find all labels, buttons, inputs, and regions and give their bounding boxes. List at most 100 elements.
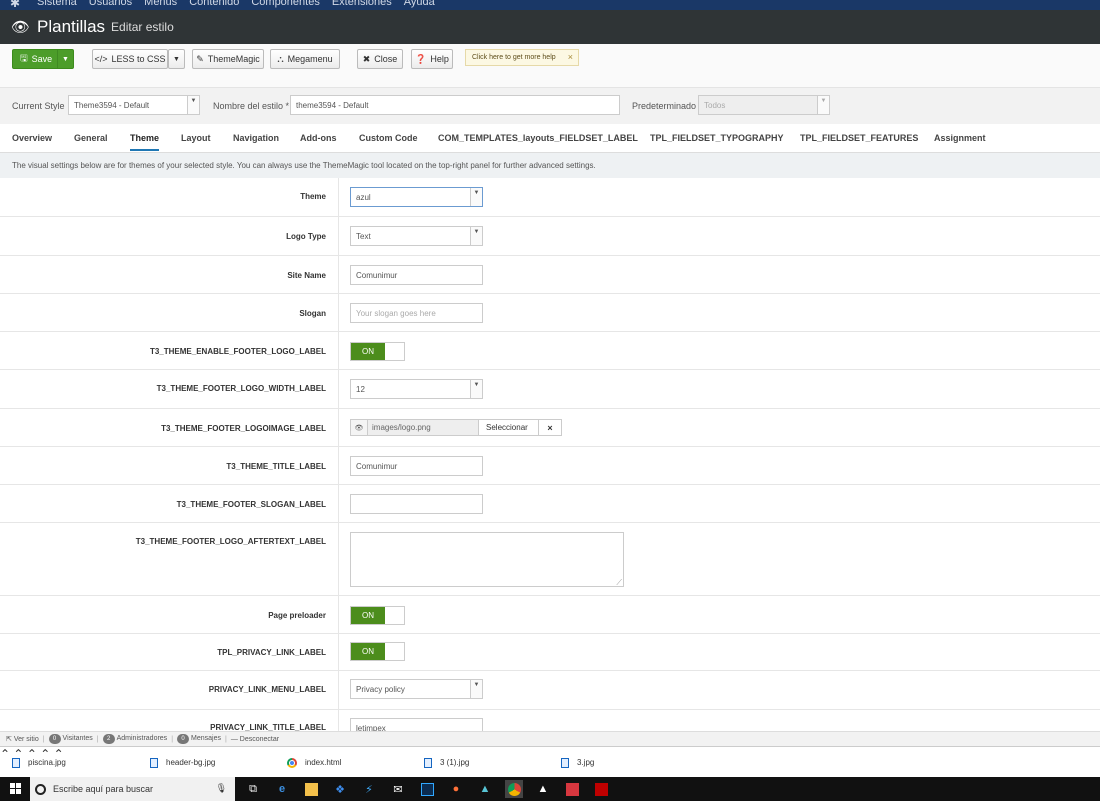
admins-link[interactable]: 2 Administradores bbox=[102, 734, 168, 744]
footer-logo-width-value: 12 bbox=[356, 384, 365, 394]
privacy-title-input[interactable]: letimpex bbox=[350, 718, 483, 731]
theme-select[interactable]: azul ▼ bbox=[350, 187, 483, 207]
footer-logo-toggle[interactable]: ON bbox=[350, 342, 405, 361]
firefox-icon[interactable]: ● bbox=[447, 780, 465, 798]
save-button[interactable]: 🖫 Save ▼ bbox=[12, 49, 74, 69]
save-dropdown-toggle[interactable]: ▼ bbox=[57, 50, 73, 68]
current-style-label: Current Style bbox=[12, 101, 65, 111]
current-style-select[interactable]: Theme3594 - Default ▼ bbox=[68, 95, 200, 115]
logo-type-select[interactable]: Text ▼ bbox=[350, 226, 483, 246]
chevron-up-icon[interactable]: ⌃ bbox=[0, 747, 10, 761]
admins-label: Administradores bbox=[116, 735, 168, 742]
field-row-privacy-title: PRIVACY_LINK_TITLE_LABEL letimpex bbox=[0, 710, 1100, 731]
taskbar-search[interactable]: Escribe aquí para buscar 🎙 bbox=[30, 777, 235, 801]
footer-aftertext-textarea[interactable] bbox=[350, 532, 624, 588]
page-subtitle: Editar estilo bbox=[111, 20, 174, 34]
field-row-footer-logo-enable: T3_THEME_ENABLE_FOOTER_LOGO_LABEL ON bbox=[0, 332, 1100, 370]
help-hint[interactable]: Click here to get more help × bbox=[465, 49, 579, 66]
clear-icon[interactable]: × bbox=[538, 420, 561, 435]
style-name-input[interactable]: theme3594 - Default bbox=[290, 95, 620, 115]
file-explorer-icon[interactable] bbox=[302, 780, 320, 798]
toggle-on-label: ON bbox=[351, 343, 385, 360]
menu-extensiones[interactable]: Extensiones bbox=[332, 0, 392, 8]
chevron-down-icon: ▼ bbox=[187, 96, 199, 114]
download-item[interactable]: header-bg.jpg bbox=[150, 747, 215, 778]
tab-general[interactable]: General bbox=[74, 133, 108, 143]
menu-sistema[interactable]: Sistema bbox=[37, 0, 77, 8]
download-item[interactable]: index.html bbox=[287, 747, 341, 778]
less-to-css-button[interactable]: </> LESS to CSS bbox=[92, 49, 168, 69]
tab-layout[interactable]: Layout bbox=[181, 133, 211, 143]
footer-logo-media-field: 👁 images/logo.png Seleccionar × bbox=[350, 419, 562, 436]
download-filename: 3.jpg bbox=[577, 758, 595, 767]
image-file-icon bbox=[424, 757, 432, 768]
thememagic-button[interactable]: ✎ ThemeMagic bbox=[192, 49, 264, 69]
tab-addons[interactable]: Add-ons bbox=[300, 133, 337, 143]
image-file-icon bbox=[12, 757, 20, 768]
field-label: PRIVACY_LINK_TITLE_LABEL bbox=[210, 723, 326, 731]
logout-link[interactable]: — Desconectar bbox=[231, 736, 279, 743]
eye-icon[interactable]: 👁 bbox=[351, 420, 368, 435]
menu-ayuda[interactable]: Ayuda bbox=[404, 0, 435, 8]
photoshop-icon[interactable] bbox=[418, 780, 436, 798]
tab-features[interactable]: TPL_FIELDSET_FEATURES bbox=[800, 133, 918, 143]
bolt-icon[interactable]: ⚡ bbox=[360, 780, 378, 798]
menu-contenido[interactable]: Contenido bbox=[189, 0, 239, 8]
filezilla-icon[interactable] bbox=[592, 780, 610, 798]
footer-logo-width-select[interactable]: 12 ▼ bbox=[350, 379, 483, 399]
download-filename: index.html bbox=[305, 758, 342, 767]
close-button[interactable]: ✖ Close bbox=[357, 49, 403, 69]
tab-navigation[interactable]: Navigation bbox=[233, 133, 279, 143]
acrobat-icon[interactable] bbox=[563, 780, 581, 798]
tabs: Overview General Theme Layout Navigation… bbox=[0, 124, 1100, 153]
chrome-taskbar-icon[interactable] bbox=[505, 780, 523, 798]
select-media-button[interactable]: Seleccionar bbox=[478, 420, 538, 435]
privacy-link-toggle[interactable]: ON bbox=[350, 642, 405, 661]
current-style-value: Theme3594 - Default bbox=[74, 100, 150, 110]
messages-count: 0 bbox=[177, 734, 190, 744]
field-row-site-name: Site Name Comunimur bbox=[0, 256, 1100, 294]
download-item[interactable]: 3.jpg bbox=[561, 747, 594, 778]
autocad-icon[interactable]: ▲ bbox=[476, 780, 494, 798]
messages-link[interactable]: 0 Mensajes bbox=[177, 734, 221, 744]
magic-wand-icon: ✎ bbox=[196, 53, 204, 64]
chevron-down-icon: ▼ bbox=[470, 680, 482, 698]
edge-icon[interactable]: e bbox=[273, 780, 291, 798]
tab-custom-code[interactable]: Custom Code bbox=[359, 133, 418, 143]
task-view-icon[interactable]: ⧉ bbox=[244, 780, 262, 798]
footer-slogan-input[interactable] bbox=[350, 494, 483, 514]
less-dropdown-toggle[interactable]: ▼ bbox=[168, 49, 185, 69]
tab-assignment[interactable]: Assignment bbox=[934, 133, 986, 143]
download-item[interactable]: 3 (1).jpg bbox=[424, 747, 469, 778]
menu-menus[interactable]: Menús bbox=[144, 0, 177, 8]
menu-componentes[interactable]: Componentes bbox=[251, 0, 320, 8]
tab-overview[interactable]: Overview bbox=[12, 133, 52, 143]
photos-icon[interactable]: ▲ bbox=[534, 780, 552, 798]
field-row-slogan: Slogan Your slogan goes here bbox=[0, 294, 1100, 332]
close-icon[interactable]: × bbox=[568, 52, 573, 62]
windows-start-icon[interactable] bbox=[10, 783, 21, 794]
intro-text: The visual settings below are for themes… bbox=[0, 153, 1100, 178]
view-site-link[interactable]: ⇱ Ver sitio bbox=[6, 735, 39, 743]
tab-typography[interactable]: TPL_FIELDSET_TYPOGRAPHY bbox=[650, 133, 784, 143]
dropbox-icon[interactable]: ❖ bbox=[331, 780, 349, 798]
microphone-icon[interactable]: 🎙 bbox=[216, 783, 227, 794]
style-row: Current Style Theme3594 - Default ▼ Nomb… bbox=[0, 88, 1100, 124]
tab-layouts-fieldset[interactable]: COM_TEMPLATES_layouts_FIELDSET_LABEL bbox=[438, 133, 638, 143]
privacy-menu-select[interactable]: Privacy policy ▼ bbox=[350, 679, 483, 699]
download-item[interactable]: piscina.jpg bbox=[12, 747, 66, 778]
preloader-toggle[interactable]: ON bbox=[350, 606, 405, 625]
title-input[interactable]: Comunimur bbox=[350, 456, 483, 476]
tab-theme[interactable]: Theme bbox=[130, 133, 160, 151]
visitors-link[interactable]: 0 Visitantes bbox=[48, 734, 93, 744]
mail-icon[interactable]: ✉ bbox=[389, 780, 407, 798]
joomla-logo-icon[interactable]: ✱ bbox=[10, 0, 20, 10]
site-name-input[interactable]: Comunimur bbox=[350, 265, 483, 285]
cortana-icon bbox=[35, 783, 46, 795]
help-button[interactable]: ❓ Help bbox=[411, 49, 453, 69]
close-label: Close bbox=[374, 54, 398, 64]
slogan-input[interactable]: Your slogan goes here bbox=[350, 303, 483, 323]
field-label: Logo Type bbox=[286, 232, 326, 241]
menu-usuarios[interactable]: Usuarios bbox=[89, 0, 132, 8]
megamenu-button[interactable]: ⛬ Megamenu bbox=[270, 49, 340, 69]
